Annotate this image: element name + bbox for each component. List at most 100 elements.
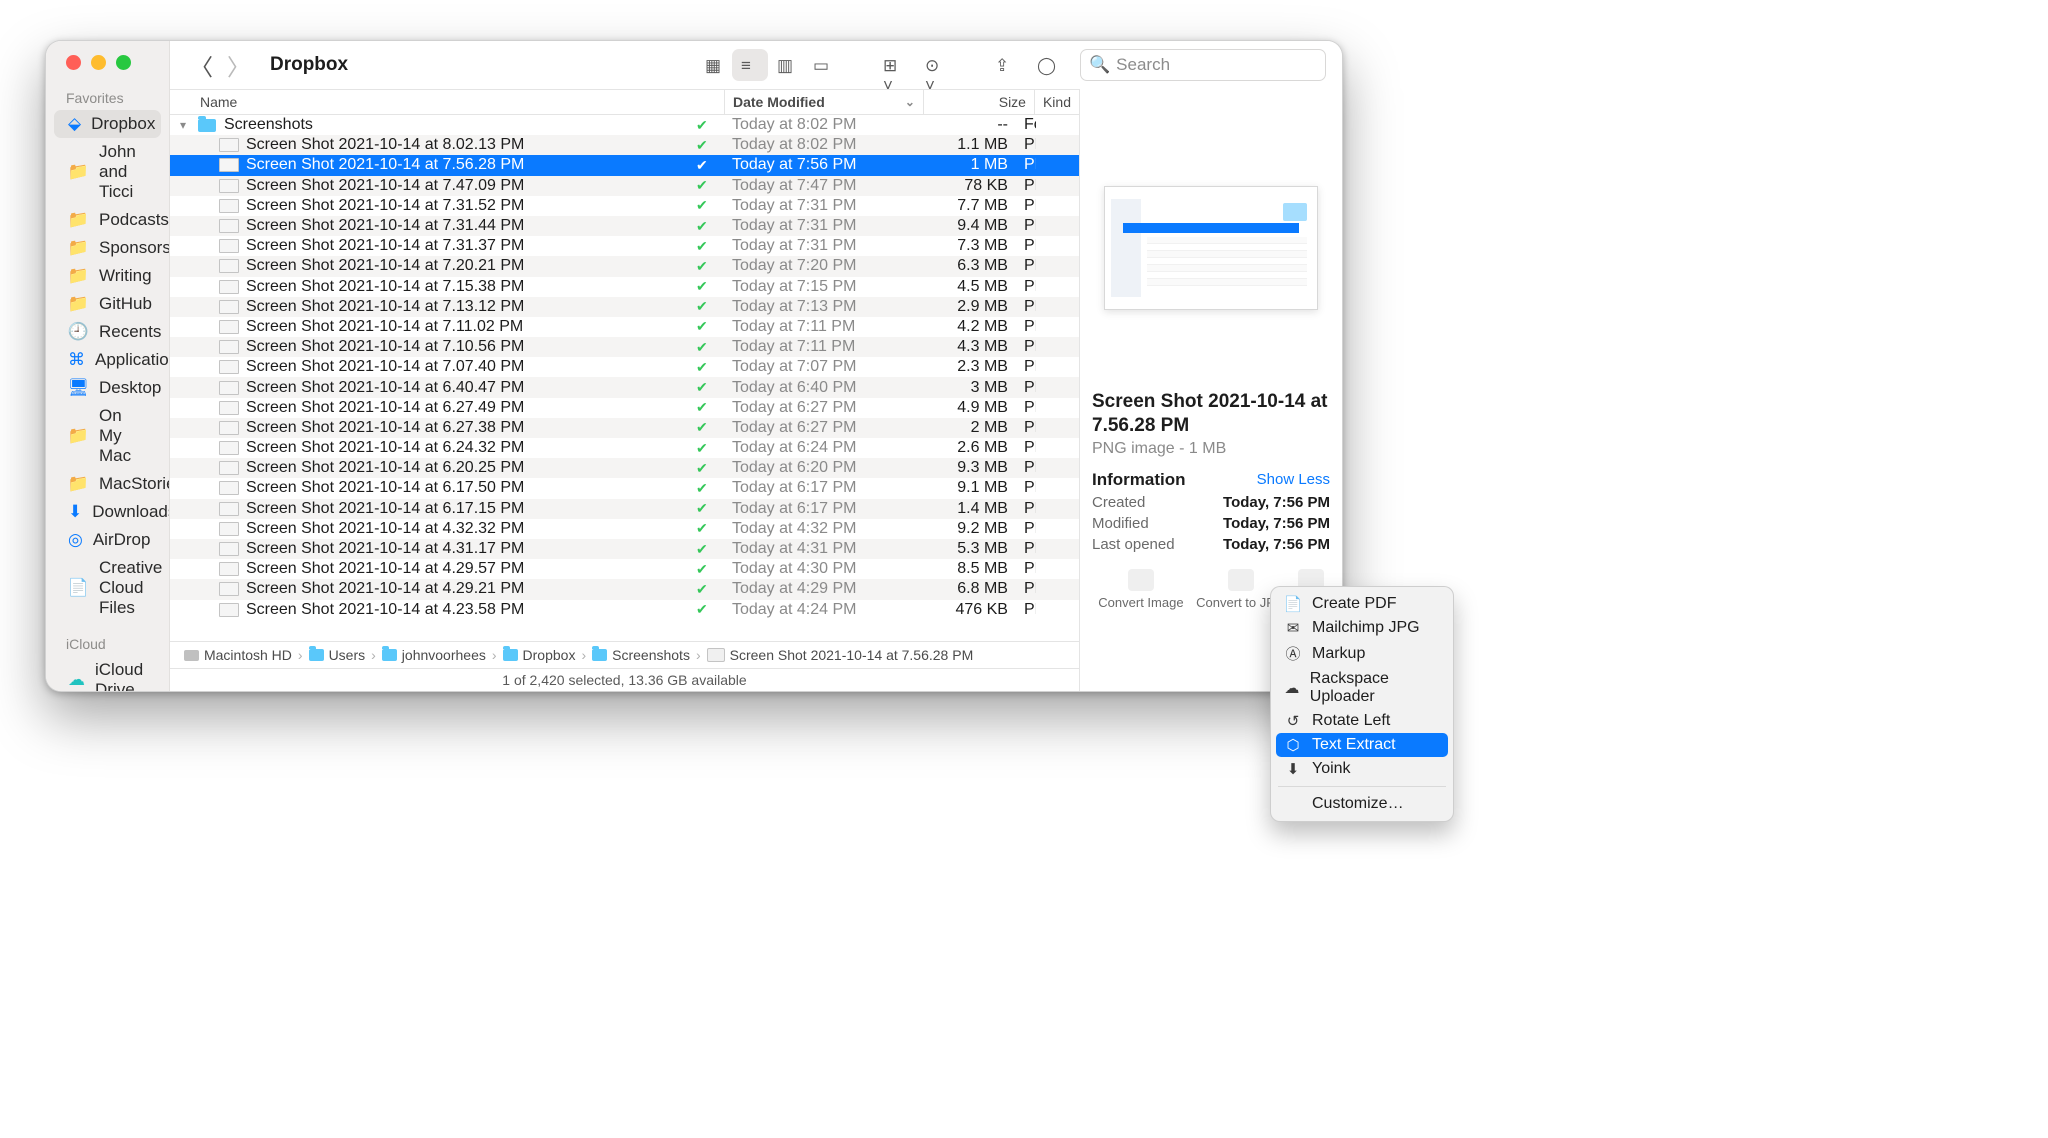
file-row[interactable]: Screen Shot 2021-10-14 at 4.29.57 PM ✔︎ … xyxy=(170,559,1079,579)
file-row[interactable]: Screen Shot 2021-10-14 at 7.56.28 PM ✔︎ … xyxy=(170,155,1079,175)
forward-button[interactable]: 〉 xyxy=(223,48,254,82)
sync-status-icon: ✔︎ xyxy=(696,419,724,436)
quick-action-button[interactable]: Convert Image xyxy=(1098,569,1183,610)
file-row[interactable]: Screen Shot 2021-10-14 at 7.15.38 PM ✔︎ … xyxy=(170,277,1079,297)
sidebar-item-on-my-mac[interactable]: 📁On My Mac xyxy=(54,402,161,470)
menu-item-text-extract[interactable]: ⬡Text Extract xyxy=(1276,733,1448,757)
preview-info-key: Last opened xyxy=(1092,536,1175,553)
breadcrumb[interactable]: Screen Shot 2021-10-14 at 7.56.28 PM xyxy=(707,647,974,663)
preview-show-less[interactable]: Show Less xyxy=(1257,471,1330,488)
sidebar-item-github[interactable]: 📁GitHub xyxy=(54,290,161,318)
breadcrumb[interactable]: Dropbox xyxy=(503,647,576,663)
column-date-modified[interactable]: Date Modified⌄ xyxy=(725,90,924,114)
preview-thumbnail xyxy=(1092,185,1330,310)
column-name[interactable]: Name xyxy=(170,90,725,114)
file-kind: PN xyxy=(1016,439,1036,457)
menu-item-create-pdf[interactable]: 📄Create PDF xyxy=(1276,592,1448,616)
file-row[interactable]: Screen Shot 2021-10-14 at 6.17.15 PM ✔︎ … xyxy=(170,499,1079,519)
file-row[interactable]: Screen Shot 2021-10-14 at 4.29.21 PM ✔︎ … xyxy=(170,579,1079,599)
sidebar-item-podcasts[interactable]: 📁Podcasts xyxy=(54,206,161,234)
image-thumb-icon xyxy=(218,603,240,617)
zoom-button[interactable] xyxy=(116,55,131,70)
file-row[interactable]: Screen Shot 2021-10-14 at 8.02.13 PM ✔︎ … xyxy=(170,135,1079,155)
file-row[interactable]: Screen Shot 2021-10-14 at 4.32.32 PM ✔︎ … xyxy=(170,519,1079,539)
sidebar-item-recents[interactable]: 🕘Recents xyxy=(54,318,161,346)
column-size[interactable]: Size xyxy=(924,90,1035,114)
file-row[interactable]: Screen Shot 2021-10-14 at 7.07.40 PM ✔︎ … xyxy=(170,357,1079,377)
window-title: Dropbox xyxy=(270,54,348,76)
file-row[interactable]: Screen Shot 2021-10-14 at 7.20.21 PM ✔︎ … xyxy=(170,256,1079,276)
file-row[interactable]: Screen Shot 2021-10-14 at 6.17.50 PM ✔︎ … xyxy=(170,478,1079,498)
file-row[interactable]: Screen Shot 2021-10-14 at 7.11.02 PM ✔︎ … xyxy=(170,317,1079,337)
page-icon: 📄 xyxy=(1284,595,1302,613)
breadcrumb[interactable]: Macintosh HD xyxy=(184,647,292,663)
share-button[interactable]: ⇪ xyxy=(986,49,1022,81)
file-row[interactable]: Screen Shot 2021-10-14 at 6.27.49 PM ✔︎ … xyxy=(170,398,1079,418)
desktop-icon: 🖥 xyxy=(68,378,89,398)
breadcrumb[interactable]: johnvoorhees xyxy=(382,647,486,663)
file-row[interactable]: Screen Shot 2021-10-14 at 7.47.09 PM ✔︎ … xyxy=(170,176,1079,196)
file-size: 9.1 MB xyxy=(914,479,1016,497)
back-button[interactable]: 〈 xyxy=(186,48,217,82)
menu-customize[interactable]: Customize… xyxy=(1276,792,1448,816)
sidebar-item-sponsorships[interactable]: 📁Sponsorships xyxy=(54,234,161,262)
sidebar-item-writing[interactable]: 📁Writing xyxy=(54,262,161,290)
menu-item-rackspace-uploader[interactable]: ☁︎Rackspace Uploader xyxy=(1276,667,1448,709)
file-row[interactable]: Screen Shot 2021-10-14 at 7.31.52 PM ✔︎ … xyxy=(170,196,1079,216)
menu-item-markup[interactable]: ⒶMarkup xyxy=(1276,640,1448,667)
menu-item-rotate-left[interactable]: ↺Rotate Left xyxy=(1276,709,1448,733)
icon-view-button[interactable]: ▦ xyxy=(696,49,732,81)
view-mode-segment: ▦ ≡ ▥ ▭ xyxy=(696,49,840,81)
sidebar-item-downloads[interactable]: ⬇︎Downloads xyxy=(54,498,161,526)
file-row[interactable]: Screen Shot 2021-10-14 at 7.31.44 PM ✔︎ … xyxy=(170,216,1079,236)
sidebar-item-icloud-drive[interactable]: ☁︎iCloud Drive xyxy=(54,656,161,691)
column-kind[interactable]: Kind xyxy=(1035,90,1079,114)
file-date: Today at 6:27 PM xyxy=(724,419,914,437)
breadcrumb[interactable]: Users xyxy=(309,647,366,663)
image-thumb-icon xyxy=(218,320,240,334)
breadcrumb[interactable]: Screenshots xyxy=(592,647,690,663)
minimize-button[interactable] xyxy=(91,55,106,70)
file-name: Screen Shot 2021-10-14 at 7.47.09 PM xyxy=(246,177,696,195)
file-row[interactable]: Screen Shot 2021-10-14 at 6.27.38 PM ✔︎ … xyxy=(170,418,1079,438)
action-menu-button[interactable]: ⊙ ˅ xyxy=(916,49,952,81)
file-date: Today at 7:31 PM xyxy=(724,197,914,215)
sidebar-item-desktop[interactable]: 🖥Desktop xyxy=(54,374,161,402)
sidebar-item-applications[interactable]: ⌘Applications xyxy=(54,346,161,374)
search-field[interactable]: 🔍 Search xyxy=(1080,49,1326,81)
column-view-button[interactable]: ▥ xyxy=(768,49,804,81)
sidebar-item-macstories[interactable]: 📁MacStories xyxy=(54,470,161,498)
file-row[interactable]: Screen Shot 2021-10-14 at 4.31.17 PM ✔︎ … xyxy=(170,539,1079,559)
tags-button[interactable]: ◯ xyxy=(1028,49,1064,81)
folder-row[interactable]: Screenshots ✔︎ Today at 8:02 PM -- Fo xyxy=(170,115,1079,135)
file-row[interactable]: Screen Shot 2021-10-14 at 7.13.12 PM ✔︎ … xyxy=(170,297,1079,317)
file-row[interactable]: Screen Shot 2021-10-14 at 7.31.37 PM ✔︎ … xyxy=(170,236,1079,256)
file-kind: PN xyxy=(1016,419,1036,437)
sidebar-item-john-and-ticci[interactable]: 📁John and Ticci xyxy=(54,138,161,206)
close-button[interactable] xyxy=(66,55,81,70)
file-size: 1 MB xyxy=(914,156,1016,174)
sidebar-item-creative-cloud-files[interactable]: 📄Creative Cloud Files xyxy=(54,554,161,622)
file-date: Today at 8:02 PM xyxy=(724,136,914,154)
file-kind: PN xyxy=(1016,479,1036,497)
disclosure-triangle-icon[interactable] xyxy=(170,118,196,132)
sidebar-item-dropbox[interactable]: ⬙Dropbox xyxy=(54,110,161,138)
file-kind: PN xyxy=(1016,298,1036,316)
sidebar-item-airdrop[interactable]: ◎AirDrop xyxy=(54,526,161,554)
file-date: Today at 6:20 PM xyxy=(724,459,914,477)
breadcrumb-label: johnvoorhees xyxy=(402,647,486,663)
file-row[interactable]: Screen Shot 2021-10-14 at 6.24.32 PM ✔︎ … xyxy=(170,438,1079,458)
menu-separator xyxy=(1278,786,1446,787)
list-view-button[interactable]: ≡ xyxy=(732,49,768,81)
sync-status-icon: ✔︎ xyxy=(696,339,724,356)
menu-item-mailchimp-jpg[interactable]: ✉︎Mailchimp JPG xyxy=(1276,616,1448,640)
file-row[interactable]: Screen Shot 2021-10-14 at 4.23.58 PM ✔︎ … xyxy=(170,600,1079,620)
group-by-button[interactable]: ⊞ ˅ xyxy=(874,49,910,81)
file-row[interactable]: Screen Shot 2021-10-14 at 7.10.56 PM ✔︎ … xyxy=(170,337,1079,357)
image-thumb-icon xyxy=(218,199,240,213)
file-row[interactable]: Screen Shot 2021-10-14 at 6.20.25 PM ✔︎ … xyxy=(170,458,1079,478)
file-row[interactable]: Screen Shot 2021-10-14 at 6.40.47 PM ✔︎ … xyxy=(170,377,1079,397)
menu-item-yoink[interactable]: ⬇︎Yoink xyxy=(1276,757,1448,781)
preview-info-value: Today, 7:56 PM xyxy=(1223,515,1330,532)
gallery-view-button[interactable]: ▭ xyxy=(804,49,840,81)
